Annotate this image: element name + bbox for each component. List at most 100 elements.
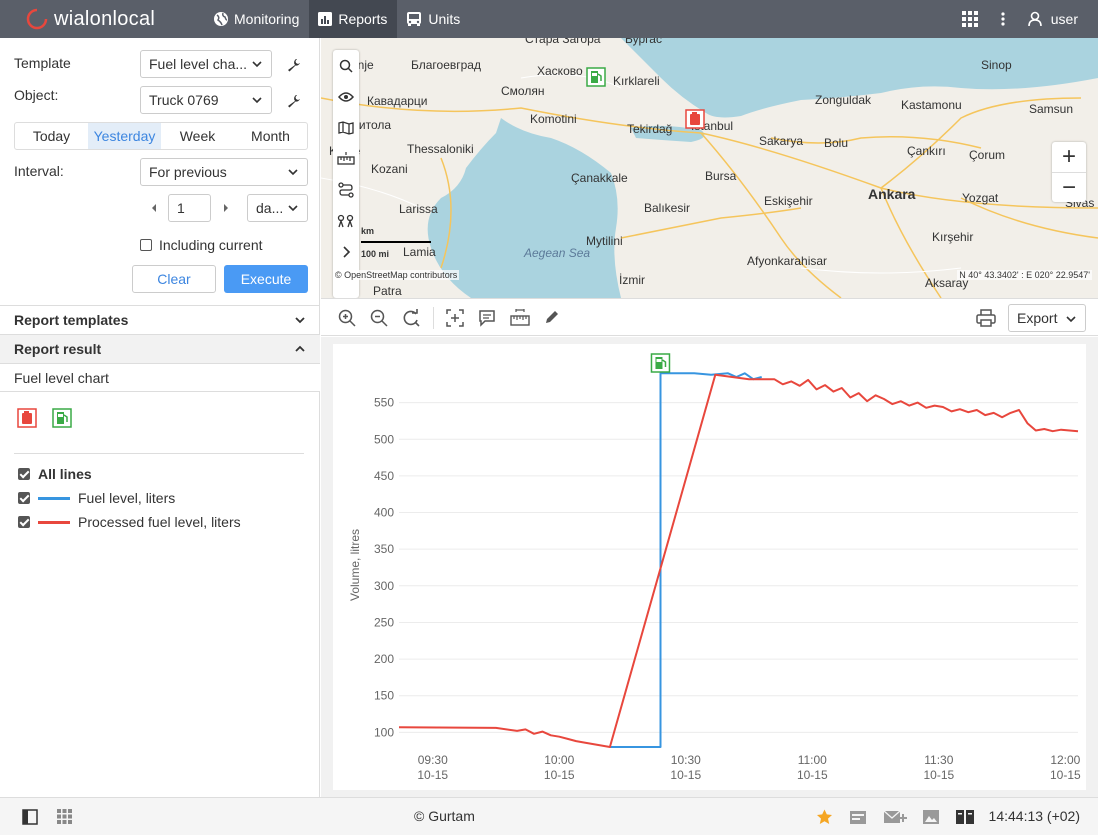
legend-fuel-level[interactable]: Fuel level, liters: [18, 490, 175, 506]
map-coordinates: N 40° 43.3402' : E 020° 22.9547': [957, 270, 1092, 280]
template-select[interactable]: Fuel level cha...: [140, 50, 272, 78]
report-templates-header[interactable]: Report templates: [0, 305, 320, 334]
legend-all-lines[interactable]: All lines: [18, 466, 92, 482]
period-today[interactable]: Today: [15, 123, 88, 149]
result-item-fuel-chart[interactable]: Fuel level chart: [0, 363, 320, 392]
fuel-drain-marker-icon[interactable]: [17, 408, 37, 428]
map-layers-button[interactable]: [333, 112, 359, 143]
period-selector: Today Yesterday Week Month: [14, 122, 308, 150]
report-result-title: Report result: [14, 341, 102, 357]
x-tick-date: 10-15: [923, 768, 954, 782]
decrement-icon[interactable]: [150, 203, 158, 213]
clear-button[interactable]: Clear: [132, 265, 216, 293]
chart-markers: [650, 353, 671, 373]
including-current-checkbox[interactable]: [140, 239, 152, 251]
apps-grid-icon[interactable]: [961, 10, 979, 28]
interval-unit-select[interactable]: da...: [247, 194, 308, 222]
legend-divider: [14, 453, 304, 454]
processed-fuel-swatch: [38, 520, 70, 524]
zoom-out-icon[interactable]: [370, 309, 388, 327]
book-icon[interactable]: [955, 809, 975, 825]
chart-series: [398, 372, 1079, 748]
bus-icon: [407, 12, 422, 26]
y-tick-label: 450: [374, 469, 394, 483]
map-place-label: Кавадарци: [367, 94, 428, 108]
grid-layout-icon[interactable]: [57, 809, 72, 824]
map-place-label: Patra: [373, 284, 402, 298]
zoom-out-button[interactable]: −: [1052, 172, 1086, 202]
nav-reports[interactable]: Reports: [309, 0, 398, 38]
map-attribution[interactable]: © OpenStreetMap contributors: [333, 270, 460, 280]
fuel-fill-map-marker-icon[interactable]: [586, 67, 606, 87]
wrench-icon[interactable]: [287, 94, 301, 108]
processed-fuel-checkbox[interactable]: [18, 516, 30, 528]
map-ruler-button[interactable]: [333, 143, 359, 174]
x-tick-time: 12:00: [1050, 753, 1080, 767]
fuel-drain-map-marker-icon[interactable]: [685, 109, 705, 129]
map-place-label: Sakarya: [759, 134, 804, 148]
more-menu-icon[interactable]: [1001, 12, 1005, 26]
map-route-button[interactable]: [333, 174, 359, 205]
zoom-in-button[interactable]: +: [1052, 142, 1086, 172]
map-place-label: Afyonkarahisar: [747, 254, 828, 268]
add-marker-icon[interactable]: [446, 309, 464, 327]
export-button[interactable]: Export: [1008, 304, 1086, 332]
map-visibility-button[interactable]: [333, 81, 359, 112]
map-place-label: Благоевград: [411, 58, 481, 72]
user-name: user: [1050, 11, 1078, 27]
x-tick-time: 10:00: [544, 753, 574, 767]
map-expand-button[interactable]: [333, 236, 359, 267]
including-current-option[interactable]: Including current: [140, 237, 263, 253]
fuel-level-chart[interactable]: 100150200250300350400450500550 09:3010-1…: [333, 344, 1086, 790]
nav-units[interactable]: Units: [397, 0, 470, 38]
y-tick-label: 350: [374, 542, 394, 556]
map-place-label: Kırklareli: [613, 74, 660, 88]
map-tools: [333, 50, 359, 298]
zoom-in-icon[interactable]: [338, 309, 356, 327]
map-place-label: Çankırı: [907, 144, 946, 158]
notifications-icon[interactable]: [849, 809, 867, 825]
report-result-header[interactable]: Report result: [0, 334, 320, 363]
legend-processed-fuel-level[interactable]: Processed fuel level, liters: [18, 514, 241, 530]
map-place-label: Zonguldak: [815, 93, 872, 107]
toolbar-divider: [433, 307, 434, 329]
ruler-icon[interactable]: [510, 309, 530, 327]
wrench-icon[interactable]: [287, 58, 301, 72]
map-search-button[interactable]: [333, 50, 359, 81]
map-view[interactable]: .l1{left:204px;top:-6px}.l2{left:304px;t…: [321, 38, 1098, 298]
map-geofence-button[interactable]: [333, 205, 359, 236]
all-lines-checkbox[interactable]: [18, 468, 30, 480]
print-icon[interactable]: [976, 309, 996, 327]
fuel-level-checkbox[interactable]: [18, 492, 30, 504]
comment-icon[interactable]: [478, 309, 496, 327]
user-icon: [1027, 11, 1042, 27]
all-lines-label: All lines: [38, 466, 92, 482]
increment-icon[interactable]: [222, 203, 230, 213]
copyright: © Gurtam: [414, 808, 475, 824]
interval-select[interactable]: For previous: [140, 158, 308, 186]
map-place-label: Çorum: [969, 148, 1006, 162]
object-select[interactable]: Truck 0769: [140, 86, 272, 114]
logo[interactable]: wialonlocal: [0, 0, 205, 38]
map-place-label: Mytilini: [586, 234, 623, 248]
pencil-icon[interactable]: [544, 309, 560, 325]
interval-count-input[interactable]: 1: [168, 194, 211, 222]
image-icon[interactable]: [922, 809, 940, 825]
geofence-icon: [337, 214, 354, 227]
export-label: Export: [1017, 310, 1058, 326]
nav-monitoring[interactable]: Monitoring: [205, 0, 309, 38]
map-place-label: Çanakkale: [571, 171, 628, 185]
user-menu[interactable]: user: [1027, 11, 1078, 27]
period-yesterday[interactable]: Yesterday: [88, 123, 161, 149]
chevron-down-icon: [288, 169, 298, 176]
series-line-fuel-level: [609, 372, 762, 748]
period-month[interactable]: Month: [234, 123, 307, 149]
star-icon[interactable]: [816, 809, 833, 825]
execute-button[interactable]: Execute: [224, 265, 308, 293]
fuel-fill-marker-icon[interactable]: [52, 408, 72, 428]
reset-icon[interactable]: [402, 309, 420, 327]
mail-add-icon[interactable]: [883, 809, 907, 825]
sidebar-toggle-icon[interactable]: [22, 809, 38, 825]
period-week[interactable]: Week: [161, 123, 234, 149]
interval-count: 1: [177, 200, 185, 216]
